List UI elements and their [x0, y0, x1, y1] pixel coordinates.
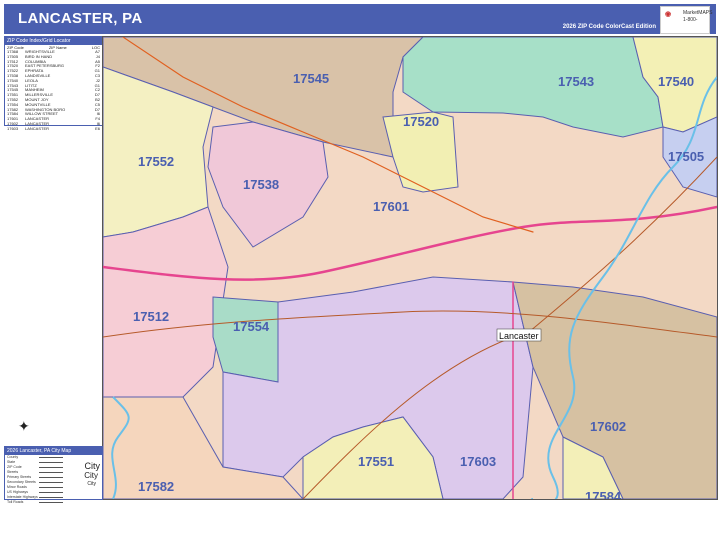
zip-index-name: LANCASTER: [25, 125, 50, 131]
legend-swatch: [39, 502, 63, 503]
compass-rose-icon: ✦: [18, 418, 30, 434]
legend-item-label: State: [7, 460, 16, 464]
zip-label-17538: 17538: [243, 177, 279, 192]
map-legend: 2026 Lancaster, PA City Map County State Z…: [4, 446, 103, 504]
city-marker: Lancaster: [496, 328, 542, 342]
zip-label-17582: 17582: [138, 479, 174, 494]
legend-item-label: Streets: [7, 470, 19, 474]
legend-swatch: [39, 497, 63, 498]
legend-swatch: [39, 492, 63, 493]
zip-index-row: 17603 LANCASTER E6: [5, 125, 102, 132]
legend-swatch: [39, 477, 63, 478]
legend-item: Toll Roads: [5, 500, 102, 505]
zip-index-rows: 17368 WRIGHTSVILLE A7 17505 BIRD IN HAND J4 17…: [5, 49, 102, 132]
legend-item-label: Interstate Highways: [7, 495, 38, 499]
legend-swatch: [39, 487, 63, 488]
legend-item-label: US Highways: [7, 490, 29, 494]
zip-label-17543: 17543: [558, 74, 594, 89]
legend-swatch: [39, 482, 63, 483]
legend-swatch: [39, 472, 63, 473]
legend-swatch: [39, 457, 63, 458]
legend-item-label: ZIP Code: [7, 465, 22, 469]
zip-label-17551: 17551: [358, 454, 394, 469]
zip-index-zip: 17603: [7, 125, 19, 131]
zip-label-17512: 17512: [133, 309, 169, 324]
zip-label-17602: 17602: [590, 419, 626, 434]
legend-item-label: Secondary Streets: [7, 480, 36, 484]
legend-swatch: [39, 467, 63, 468]
zip-label-17584: 17584: [585, 489, 622, 499]
zip-label-17545: 17545: [293, 71, 329, 86]
zip-label-17520: 17520: [403, 114, 439, 129]
zip-index-loc: E6: [95, 125, 100, 131]
zip-label-17603: 17603: [460, 454, 496, 469]
zip-label-17601: 17601: [373, 199, 409, 214]
brand-logo: ◉ MarketMAPS 1-800-: [660, 6, 713, 34]
zip-map[interactable]: 17545 17543 17540 17520 17505 17552 17538 17601…: [103, 37, 717, 499]
legend-city-large: City: [84, 461, 101, 471]
logo-brand: MarketMAPS: [683, 10, 713, 16]
logo-line2: 1-800-: [683, 17, 698, 23]
zip-region-17602[interactable]: [512, 281, 717, 499]
legend-item-label: Toll Roads: [7, 500, 24, 504]
edition-label: 2026 ZIP Code ColorCast Edition: [562, 24, 656, 30]
legend-title: 2026 Lancaster, PA City Map: [5, 447, 102, 455]
zip-region-17554[interactable]: [212, 296, 279, 383]
city-label: Lancaster: [499, 331, 539, 341]
zip-label-17552: 17552: [138, 154, 174, 169]
map-area[interactable]: 17545 17543 17540 17520 17505 17552 17538 17601…: [102, 36, 718, 500]
zip-label-17540: 17540: [658, 74, 694, 89]
zip-index-title: ZIP Code Index/Grid Locator: [5, 37, 102, 45]
zip-label-17554: 17554: [233, 319, 270, 334]
zip-region-17512[interactable]: [103, 206, 229, 398]
legend-item-label: County: [7, 455, 19, 459]
legend-swatch: [39, 462, 63, 463]
legend-item-label: Primary Streets: [7, 475, 32, 479]
legend-city-small: City: [87, 481, 96, 487]
page-title: LANCASTER, PA: [18, 10, 143, 27]
logo-mark: ◉: [665, 11, 672, 18]
zip-index-panel: ZIP Code Index/Grid Locator ZIP Code ZIP…: [4, 36, 103, 131]
legend-city-medium: City: [84, 471, 98, 480]
legend-item-label: Minor Roads: [7, 485, 27, 489]
zip-label-17505: 17505: [668, 149, 704, 164]
title-bar: LANCASTER, PA 2026 ZIP Code ColorCast Ed…: [4, 4, 716, 34]
